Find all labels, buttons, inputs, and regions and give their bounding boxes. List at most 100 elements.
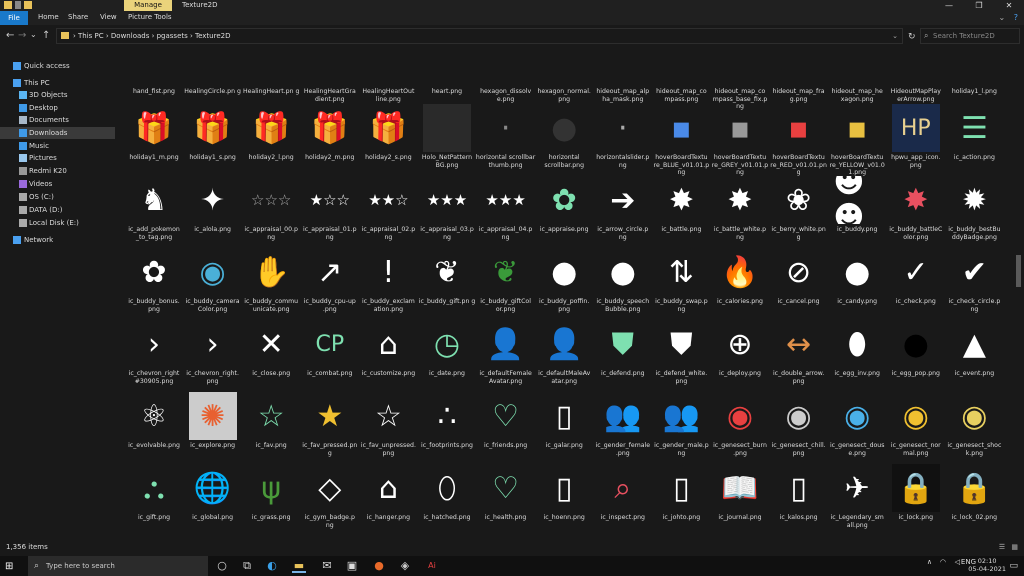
file-item[interactable]: ★☆☆ ic_appraisal_01.p ng [300,173,360,243]
file-item[interactable]: ◉ ic_genesect_shoc k.png [944,389,1004,459]
file-item[interactable]: HealingHeartOut line.png [358,47,418,105]
file-item[interactable]: ● ic_buddy_poffin. png [534,245,594,315]
sidebar-item[interactable]: Local Disk (E:) [0,217,115,229]
help-icon[interactable]: ? [1014,13,1018,22]
file-item[interactable]: › ic_chevron_right #30905.png [124,317,184,387]
file-item[interactable]: hideout_map_he xagon.png [827,47,887,105]
file-item[interactable]: hideout_map_alp ha_mask.png [593,47,653,105]
file-item[interactable]: ◉ ic_genesect_dous e.png [827,389,887,459]
new-folder-icon[interactable] [24,1,32,9]
file-item[interactable]: ✸ ic_buddy_battleC olor.png [886,173,946,243]
file-item[interactable]: ☆☆☆ ic_appraisal_00.p ng [241,173,301,243]
file-item[interactable]: ☆ ic_fav.png [241,389,301,459]
file-item[interactable]: HP hpwu_app_icon. png [886,101,946,171]
file-item[interactable]: 🔒 ic_lock.png [886,461,946,531]
file-item[interactable]: ↗ ic_buddy_cpu-up .png [300,245,360,315]
clock[interactable]: 02:10 05-04-2021 [968,557,1006,573]
file-item[interactable]: ◇ ic_gym_badge.p ng [300,461,360,531]
forward-button[interactable]: → [18,30,26,41]
file-item[interactable]: hideout_map_co mpass.png [651,47,711,105]
file-item[interactable]: ⛊ ic_defend_white. png [651,317,711,387]
tab-picture-tools[interactable]: Picture Tools [128,13,172,21]
file-item[interactable]: 🔒 ic_lock_02.png [944,461,1004,531]
file-item[interactable]: ◉ ic_genesect_chill. png [769,389,829,459]
file-item[interactable]: ✦ ic_alola.png [183,173,243,243]
file-item[interactable]: ⊘ ic_cancel.png [769,245,829,315]
recent-locations-button[interactable]: ⌄ [30,30,37,39]
file-item[interactable]: ▲ ic_event.png [944,317,1004,387]
file-item[interactable]: hideout_map_fra g.png [769,47,829,105]
file-item[interactable]: ! ic_buddy_exclam ation.png [358,245,418,315]
sidebar-item[interactable]: Redmi K20 [0,165,115,177]
tab-file[interactable]: File [0,11,28,25]
file-item[interactable]: ↔ ic_double_arrow. png [769,317,829,387]
file-item[interactable]: ◷ ic_date.png [417,317,477,387]
tray-chevron-icon[interactable]: ∧ [927,558,932,566]
file-item[interactable]: hideout_map_co mpass_base_fix.p ng [710,47,770,110]
file-item[interactable]: ✔ ic_check_circle.p ng [944,245,1004,315]
sidebar-item[interactable]: Quick access [0,60,115,72]
sidebar-item[interactable]: Downloads [0,127,115,139]
file-explorer-icon[interactable]: ▬ [292,559,306,573]
scrollbar-thumb[interactable] [1016,255,1021,287]
file-item[interactable]: 👥 ic_gender_male.p ng [651,389,711,459]
file-item[interactable]: ⛬ ic_gift.png [124,461,184,531]
file-item[interactable]: ★★★ ic_appraisal_04.p ng [476,173,536,243]
file-item[interactable]: ✸ ic_battle.png [651,173,711,243]
file-item[interactable]: HealingHeart.pn g [241,47,301,105]
file-item[interactable]: ❀ ic_berry_white.pn g [769,173,829,243]
file-item[interactable]: ● ic_buddy_speech Bubble.png [593,245,653,315]
file-item[interactable]: ▪ hoverBoardTextu re_BLUE_v01.01.p ng [651,101,711,177]
file-item[interactable]: 🎁 holiday2_m.png [300,101,360,171]
file-item[interactable]: 👤 ic_defaultMaleAv atar.png [534,317,594,387]
file-item[interactable]: · horizontal scrollbar thumb.png [476,101,536,171]
file-item[interactable]: › ic_chevron_right. png [183,317,243,387]
file-item[interactable]: ✋ ic_buddy_commu unicate.png [241,245,301,315]
file-item[interactable]: ▯ ic_hoenn.png [534,461,594,531]
maximize-button[interactable]: ❐ [964,0,994,11]
refresh-icon[interactable]: ↻ [908,32,916,42]
sidebar-item[interactable]: DATA (D:) [0,204,115,216]
file-item[interactable]: ♞ ic_add_pokemon _to_tag.png [124,173,184,243]
file-item[interactable]: 🎁 holiday1_m.png [124,101,184,171]
close-button[interactable]: ✕ [994,0,1024,11]
wifi-icon[interactable]: ◠ [940,558,946,566]
vertical-scrollbar[interactable] [1013,47,1024,539]
file-item[interactable]: ♡ ic_health.png [476,461,536,531]
sidebar-item[interactable]: This PC [0,77,115,89]
file-item[interactable]: ◉ ic_genesect_nor mal.png [886,389,946,459]
sidebar-item[interactable]: 3D Objects [0,89,115,101]
file-item[interactable]: ● horizontal scrollbar.png [534,101,594,171]
file-item[interactable]: ❦ ic_buddy_giftCol or.png [476,245,536,315]
tab-home[interactable]: Home [38,13,59,21]
file-item[interactable]: ☆ ic_fav_unpressed. png [358,389,418,459]
file-item[interactable]: CP ic_combat.png [300,317,360,387]
mail-icon[interactable]: ✉ [320,559,334,573]
file-item[interactable]: ❦ ic_buddy_gift.pn g [417,245,477,315]
file-item[interactable]: ♡ ic_friends.png [476,389,536,459]
file-item[interactable]: holiday1_l.png [944,47,1004,105]
file-item[interactable]: ★★★ ic_appraisal_03.p ng [417,173,477,243]
file-item[interactable]: 🌐 ic_global.png [183,461,243,531]
large-icons-view-icon[interactable]: ▦ [1011,543,1018,551]
volume-icon[interactable]: ◁ [955,558,960,566]
file-item[interactable]: ✓ ic_check.png [886,245,946,315]
folder-icon[interactable] [4,1,12,9]
file-item[interactable]: ⌕ ic_inspect.png [593,461,653,531]
address-field[interactable]: › This PC › Downloads › pgassets › Textu… [56,28,903,44]
file-item[interactable]: Holo_NetPattern BG.png [417,101,477,171]
file-item[interactable]: ▯ ic_galar.png [534,389,594,459]
file-item[interactable]: ✺ ic_explore.png [183,389,243,459]
sidebar-item[interactable]: Documents [0,114,115,126]
minimize-button[interactable]: — [934,0,964,11]
sidebar-item[interactable]: Network [0,234,115,246]
file-item[interactable]: ✹ ic_buddy_bestBu ddyBadge.png [944,173,1004,243]
file-item[interactable]: ➔ ic_arrow_circle.p ng [593,173,653,243]
store-icon[interactable]: ▣ [345,559,359,573]
file-item[interactable]: 🎁 holiday1_s.png [183,101,243,171]
properties-icon[interactable] [15,1,21,9]
file-item[interactable]: · horizontalslider.p ng [593,101,653,171]
file-item[interactable]: ⬯ ic_hatched.png [417,461,477,531]
sidebar-item[interactable]: OS (C:) [0,191,115,203]
back-button[interactable]: ← [6,30,14,41]
